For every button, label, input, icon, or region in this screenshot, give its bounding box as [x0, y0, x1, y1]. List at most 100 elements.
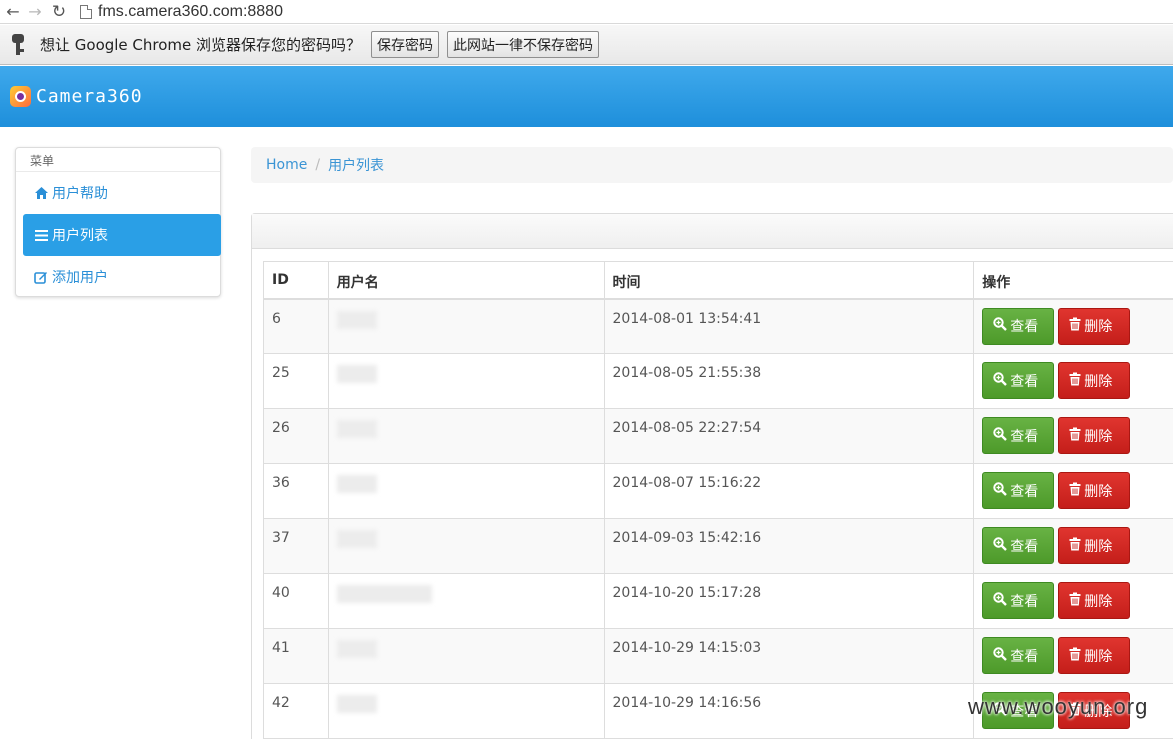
- zoom-in-icon: [993, 371, 1008, 390]
- user-list-panel: ID 用户名 时间 操作 6 2014-08-01 13:54:41 查看 删除 25 2…: [251, 213, 1173, 739]
- sidebar-item-user-help[interactable]: 用户帮助: [23, 172, 221, 214]
- breadcrumb-separator: /: [315, 157, 321, 173]
- delete-button[interactable]: 删除: [1058, 307, 1131, 345]
- trash-icon: [1069, 317, 1081, 335]
- save-password-button[interactable]: 保存密码: [371, 31, 440, 58]
- cell-actions: 查看 删除: [973, 518, 1173, 574]
- view-label: 查看: [1010, 538, 1039, 555]
- view-label: 查看: [1010, 373, 1039, 390]
- cell-actions: 查看 删除: [973, 408, 1173, 464]
- save-password-infobar: 想让 Google Chrome 浏览器保存您的密码吗？ 保存密码 此网站一律不…: [0, 25, 1173, 65]
- delete-label: 删除: [1084, 593, 1113, 610]
- trash-icon: [1069, 427, 1081, 445]
- cell-id: 41: [263, 628, 329, 684]
- breadcrumb: Home / 用户列表: [251, 147, 1173, 183]
- cell-id: 6: [263, 298, 329, 354]
- delete-label: 删除: [1084, 373, 1113, 390]
- reload-icon[interactable]: ↻: [48, 1, 70, 23]
- redacted-username: [336, 310, 377, 329]
- cell-time: 2014-10-29 14:16:56: [603, 683, 975, 739]
- cell-id: 42: [263, 683, 329, 739]
- view-label: 查看: [1010, 428, 1039, 445]
- view-button[interactable]: 查看: [982, 417, 1055, 454]
- zoom-in-icon: [993, 481, 1008, 500]
- never-save-password-button[interactable]: 此网站一律不保存密码: [447, 31, 600, 58]
- cell-actions: 查看 删除: [973, 353, 1173, 409]
- cell-id: 25: [263, 353, 329, 409]
- sidebar-item-add-user[interactable]: 添加用户: [23, 256, 221, 298]
- view-button[interactable]: 查看: [982, 582, 1055, 619]
- redacted-username: [336, 695, 377, 713]
- delete-label: 删除: [1084, 319, 1113, 335]
- cell-id: 36: [263, 463, 329, 519]
- view-button[interactable]: 查看: [982, 637, 1055, 674]
- delete-label: 删除: [1084, 648, 1113, 665]
- sidebar-item-label: 用户帮助: [52, 186, 108, 202]
- forward-icon[interactable]: →: [24, 1, 46, 23]
- delete-button[interactable]: 删除: [1058, 417, 1131, 454]
- view-button[interactable]: 查看: [982, 527, 1055, 564]
- panel-heading: [252, 214, 1173, 249]
- cell-actions: 查看 删除: [973, 573, 1173, 629]
- sidebar-menu: 菜单 用户帮助 用户列表 添加用户: [15, 147, 221, 297]
- delete-label: 删除: [1084, 428, 1113, 445]
- trash-icon: [1069, 647, 1081, 665]
- view-button[interactable]: 查看: [982, 472, 1055, 509]
- edit-icon: [33, 269, 49, 285]
- zoom-in-icon: [993, 646, 1008, 665]
- cell-time: 2014-08-05 22:27:54: [603, 408, 975, 464]
- redacted-username: [336, 530, 377, 548]
- view-button[interactable]: 查看: [982, 362, 1055, 399]
- cell-actions: 查看 删除: [973, 298, 1173, 354]
- view-label: 查看: [1010, 648, 1039, 665]
- cell-username: [327, 518, 605, 574]
- key-icon: [10, 33, 26, 56]
- cell-actions: 查看 删除: [973, 463, 1173, 519]
- url-field[interactable]: fms.camera360.com:8880: [98, 3, 283, 21]
- cell-username: [327, 408, 605, 464]
- delete-button[interactable]: 删除: [1058, 637, 1131, 674]
- delete-button[interactable]: 删除: [1058, 582, 1131, 619]
- breadcrumb-current[interactable]: 用户列表: [328, 155, 384, 175]
- column-header-actions: 操作: [973, 261, 1173, 300]
- brand-name[interactable]: Camera360: [36, 86, 143, 107]
- cell-id: 40: [263, 573, 329, 629]
- delete-button[interactable]: 删除: [1058, 472, 1131, 509]
- cell-time: 2014-09-03 15:42:16: [603, 518, 975, 574]
- view-label: 查看: [1010, 319, 1039, 335]
- watermark: www.wooyun.org: [968, 694, 1149, 719]
- delete-button[interactable]: 删除: [1058, 362, 1131, 399]
- view-button[interactable]: 查看: [982, 307, 1055, 345]
- sidebar-item-label: 添加用户: [52, 270, 108, 286]
- redacted-username: [336, 585, 432, 603]
- delete-button[interactable]: 删除: [1058, 527, 1131, 564]
- table-row: 37 2014-09-03 15:42:16 查看 删除: [263, 518, 1173, 574]
- sidebar-item-user-list[interactable]: 用户列表: [23, 214, 221, 256]
- delete-label: 删除: [1084, 538, 1113, 555]
- zoom-in-icon: [993, 426, 1008, 445]
- column-header-username: 用户名: [327, 261, 605, 300]
- trash-icon: [1069, 372, 1081, 390]
- cell-username: [327, 298, 605, 354]
- cell-username: [327, 628, 605, 684]
- user-table: ID 用户名 时间 操作 6 2014-08-01 13:54:41 查看 删除 25 2…: [263, 261, 1173, 739]
- table-row: 6 2014-08-01 13:54:41 查看 删除: [263, 298, 1173, 354]
- home-icon: [33, 185, 49, 201]
- table-header-row: ID 用户名 时间 操作: [263, 261, 1173, 300]
- cell-time: 2014-08-01 13:54:41: [603, 298, 975, 354]
- redacted-username: [336, 475, 377, 493]
- redacted-username: [336, 640, 377, 658]
- zoom-in-icon: [993, 317, 1008, 335]
- back-icon[interactable]: ←: [2, 1, 24, 23]
- cell-username: [327, 463, 605, 519]
- table-row: 36 2014-08-07 15:16:22 查看 删除: [263, 463, 1173, 519]
- camera360-logo-icon[interactable]: [10, 86, 31, 107]
- cell-time: 2014-08-07 15:16:22: [603, 463, 975, 519]
- breadcrumb-home-link[interactable]: Home: [266, 157, 307, 173]
- browser-address-bar: ← → ↻ fms.camera360.com:8880: [0, 0, 1173, 24]
- cell-time: 2014-08-05 21:55:38: [603, 353, 975, 409]
- table-row: 25 2014-08-05 21:55:38 查看 删除: [263, 353, 1173, 409]
- view-label: 查看: [1010, 483, 1039, 500]
- zoom-in-icon: [993, 536, 1008, 555]
- app-header: Camera360: [0, 66, 1173, 127]
